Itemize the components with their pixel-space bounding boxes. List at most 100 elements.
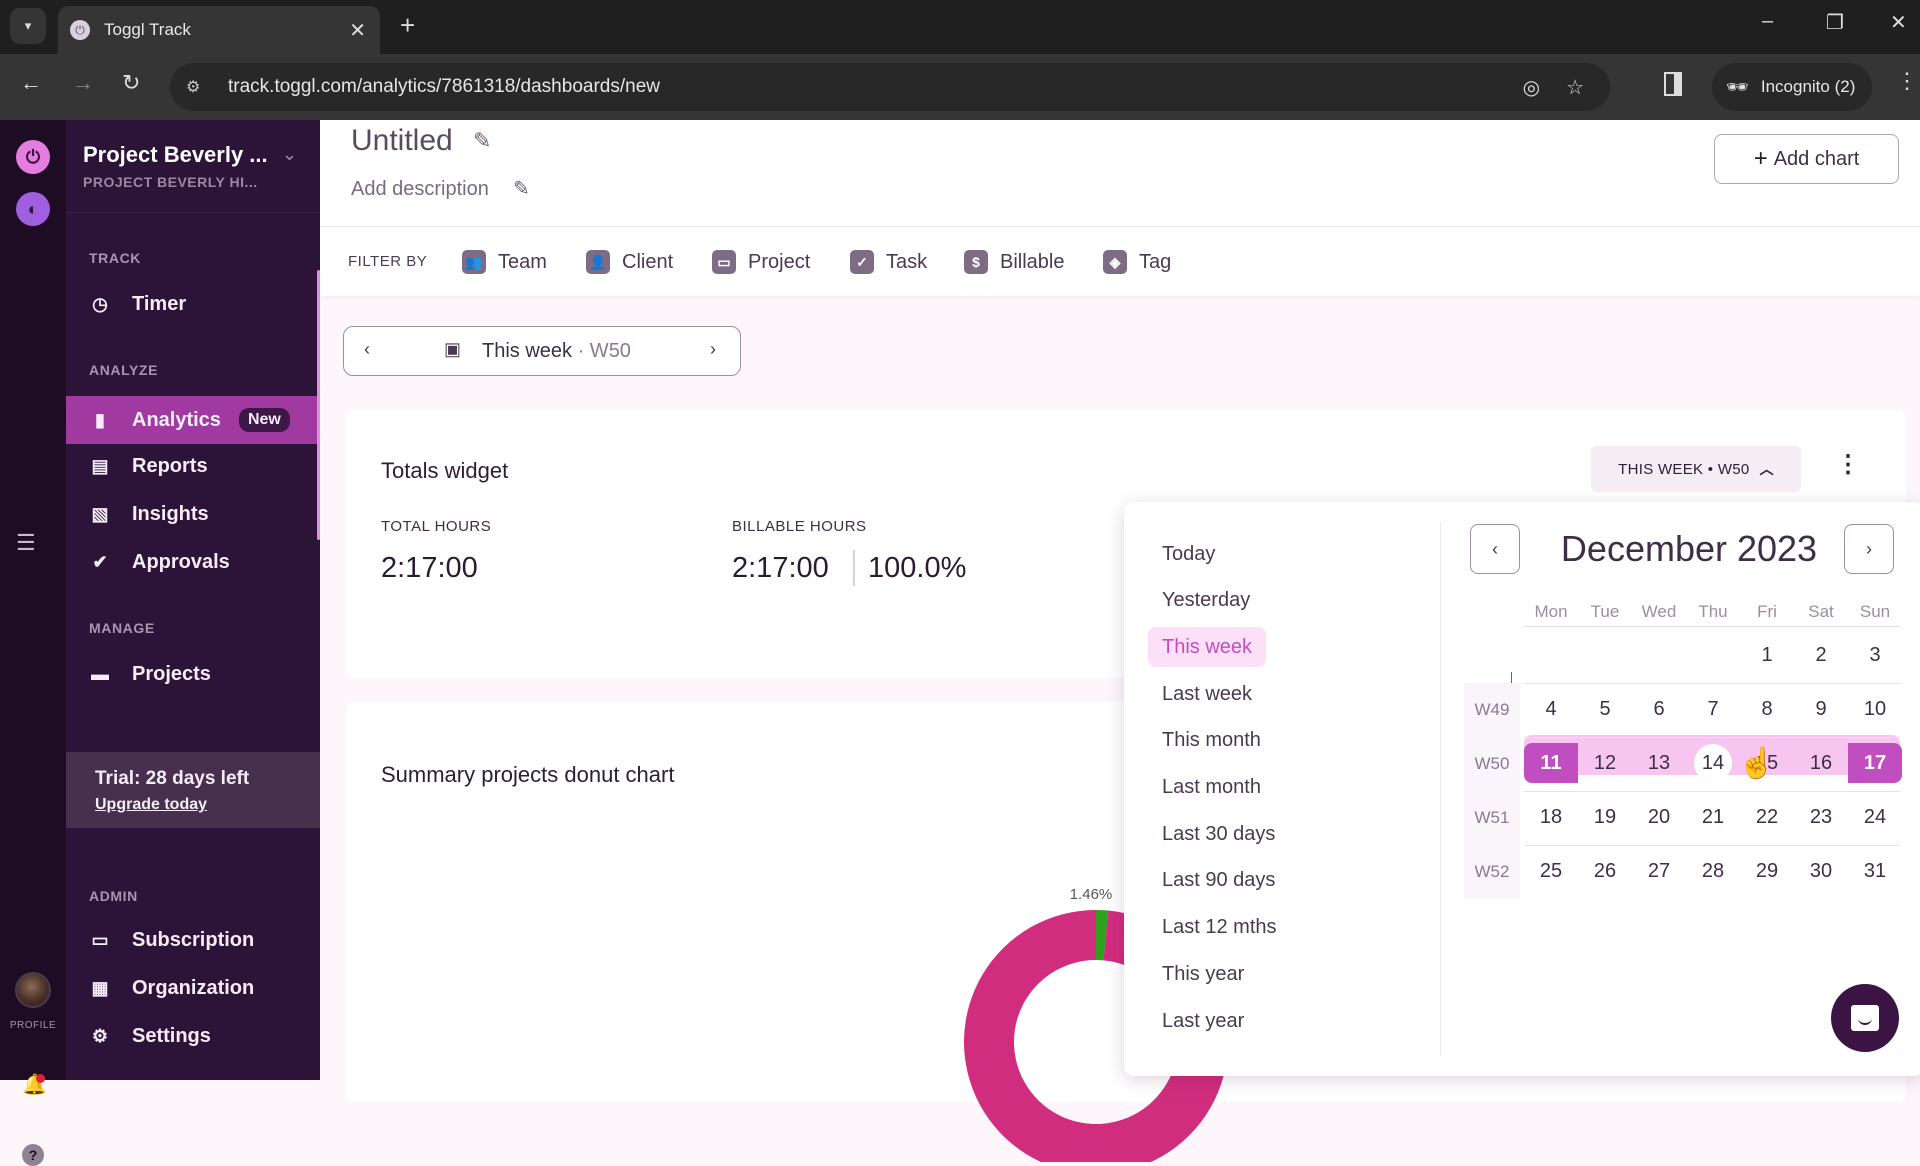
preset-option[interactable]: Yesterday	[1148, 581, 1264, 621]
url-bar[interactable]: ⚙ track.toggl.com/analytics/7861318/dash…	[170, 63, 1610, 111]
filter-project[interactable]: ▭ Project	[712, 245, 810, 279]
calendar-day[interactable]: 13	[1632, 743, 1686, 783]
restore-button[interactable]: ❐	[1826, 10, 1844, 35]
chevron-down-icon[interactable]: ⌄	[282, 144, 297, 165]
calendar-day[interactable]: 8	[1740, 689, 1794, 729]
sidebar-item-organization[interactable]: ▦ Organization	[66, 966, 320, 1010]
calendar-day[interactable]: 20	[1632, 797, 1686, 837]
calendar-day[interactable]: 27	[1632, 851, 1686, 891]
calendar-day[interactable]: 9	[1794, 689, 1848, 729]
week-number[interactable]: W52	[1464, 845, 1520, 899]
preset-option[interactable]: Last 90 days	[1148, 861, 1289, 901]
widget-period-dropdown[interactable]: THIS WEEK • W50 ︿	[1591, 446, 1801, 492]
preset-option[interactable]: This year	[1148, 954, 1258, 994]
close-tab-icon[interactable]: ✕	[349, 18, 366, 43]
previous-month-button[interactable]: ‹	[1470, 524, 1520, 574]
chevron-right-icon[interactable]: ›	[710, 339, 716, 360]
filter-tag[interactable]: ◈ Tag	[1103, 245, 1171, 279]
calendar-day[interactable]: 23	[1794, 797, 1848, 837]
calendar-day[interactable]: 21	[1686, 797, 1740, 837]
filter-client[interactable]: 👤 Client	[586, 245, 673, 279]
reload-button[interactable]: ↻	[122, 70, 140, 96]
calendar-day[interactable]: 4	[1524, 689, 1578, 729]
sidebar-item-subscription[interactable]: ▭ Subscription	[66, 918, 320, 962]
filter-billable[interactable]: $ Billable	[964, 245, 1064, 279]
edit-pencil-icon[interactable]: ✎	[473, 128, 491, 154]
calendar-day[interactable]: 2	[1794, 635, 1848, 675]
calendar-day[interactable]: 7	[1686, 689, 1740, 729]
new-tab-button[interactable]: +	[400, 10, 415, 41]
bookmark-star-icon[interactable]: ☆	[1566, 75, 1584, 100]
preset-option[interactable]: Today	[1148, 534, 1229, 574]
close-window-button[interactable]: ✕	[1890, 10, 1907, 35]
site-settings-icon[interactable]: ⚙	[186, 77, 210, 97]
sidebar-item-insights[interactable]: ▧ Insights	[66, 492, 320, 536]
calendar-day[interactable]: 1	[1740, 635, 1794, 675]
sidebar-item-reports[interactable]: ▤ Reports	[66, 444, 320, 488]
back-button[interactable]: ←	[20, 70, 42, 96]
edit-pencil-icon[interactable]: ✎	[513, 176, 530, 201]
calendar-day[interactable]: 17	[1848, 743, 1902, 783]
calendar-day[interactable]: 25	[1524, 851, 1578, 891]
calendar-day[interactable]: 24	[1848, 797, 1902, 837]
collapse-sidebar-icon[interactable]: ☰	[16, 530, 36, 556]
workspace-name[interactable]: Project Beverly ...	[83, 142, 268, 168]
week-number[interactable]: W50	[1464, 737, 1520, 791]
calendar-day[interactable]: 12	[1578, 743, 1632, 783]
browser-tab[interactable]: ⏻ Toggl Track ✕	[58, 6, 380, 54]
preset-option[interactable]: Last 12 mths	[1148, 908, 1291, 948]
preset-option[interactable]: Last week	[1148, 674, 1266, 714]
forward-button[interactable]: →	[72, 70, 94, 96]
calendar-day[interactable]: 29	[1740, 851, 1794, 891]
sidebar-item-projects[interactable]: ▬ Projects	[66, 652, 320, 696]
filter-team[interactable]: 👥 Team	[462, 245, 547, 279]
sidebar-item-approvals[interactable]: ✔ Approvals	[66, 540, 320, 584]
minimize-button[interactable]: –	[1762, 10, 1773, 33]
url-text[interactable]: track.toggl.com/analytics/7861318/dashbo…	[228, 76, 1523, 98]
side-panel-icon[interactable]	[1664, 72, 1682, 96]
chevron-left-icon[interactable]: ‹	[364, 339, 370, 360]
chat-support-button[interactable]	[1831, 984, 1899, 1052]
track-app-icon[interactable]: ⏻	[16, 140, 50, 174]
sidebar-item-timer[interactable]: ◷ Timer	[66, 282, 320, 326]
eye-off-icon[interactable]: ◎	[1523, 75, 1540, 100]
preset-option[interactable]: This week	[1148, 627, 1267, 668]
tab-search-button[interactable]: ▾	[10, 8, 46, 44]
sidebar-item-settings[interactable]: ⚙ Settings	[66, 1014, 320, 1058]
week-number[interactable]: W49	[1464, 683, 1520, 737]
add-chart-button[interactable]: + Add chart	[1714, 134, 1899, 184]
calendar-day[interactable]: 31	[1848, 851, 1902, 891]
next-month-button[interactable]: ›	[1844, 524, 1894, 574]
sidebar-item-analytics[interactable]: ▮ Analytics New	[66, 396, 320, 444]
avatar[interactable]	[15, 972, 51, 1008]
sidebar-scrollbar[interactable]	[317, 270, 320, 540]
preset-option[interactable]: Last month	[1148, 768, 1275, 808]
page-title[interactable]: Untitled	[351, 124, 453, 158]
description-field[interactable]: Add description	[351, 178, 489, 201]
browser-menu-icon[interactable]: ⋮	[1896, 68, 1918, 94]
filter-task[interactable]: ✓ Task	[850, 245, 927, 279]
preset-option[interactable]: This month	[1148, 721, 1275, 761]
calendar-day[interactable]: 10	[1848, 689, 1902, 729]
help-icon[interactable]: ?	[22, 1144, 44, 1166]
week-number[interactable]: W51	[1464, 791, 1520, 845]
calendar-day[interactable]: 19	[1578, 797, 1632, 837]
date-range-selector[interactable]: ‹ ▣ This week · W50 ›	[343, 326, 741, 376]
calendar-day[interactable]: 28	[1686, 851, 1740, 891]
upgrade-link[interactable]: Upgrade today	[95, 796, 320, 814]
calendar-day[interactable]: 26	[1578, 851, 1632, 891]
more-options-icon[interactable]: ⋮	[1836, 450, 1860, 479]
calendar-day[interactable]: 30	[1794, 851, 1848, 891]
calendar-day[interactable]: 22	[1740, 797, 1794, 837]
preset-option[interactable]: Last 30 days	[1148, 814, 1289, 854]
plan-app-icon[interactable]: ◐	[16, 192, 50, 226]
calendar-day[interactable]: 18	[1524, 797, 1578, 837]
calendar-day[interactable]: 14	[1686, 743, 1740, 783]
calendar-day[interactable]: 6	[1632, 689, 1686, 729]
calendar-day[interactable]: 11	[1524, 743, 1578, 783]
calendar-day[interactable]: 3	[1848, 635, 1902, 675]
calendar-day[interactable]: 16	[1794, 743, 1848, 783]
calendar-day[interactable]: 5	[1578, 689, 1632, 729]
incognito-indicator[interactable]: 🕶 Incognito (2)	[1712, 63, 1872, 111]
preset-option[interactable]: Last year	[1148, 1001, 1258, 1041]
